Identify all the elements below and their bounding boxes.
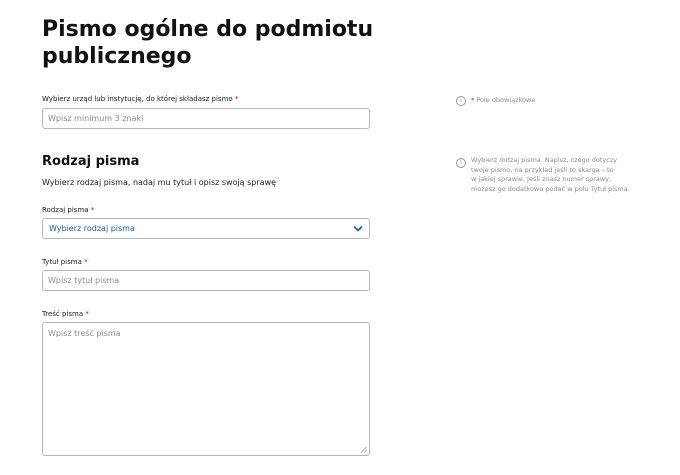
info-circle-icon: i: [456, 158, 466, 168]
letter-title-label-text: Tytuł pisma: [42, 258, 82, 266]
letter-type-label-text: Rodzaj pisma: [42, 206, 89, 214]
resize-grip-icon[interactable]: [360, 446, 367, 453]
hint-line: twoje pismo, na przykład jeśli to skarga…: [471, 165, 614, 174]
info-glyph: i: [460, 97, 462, 104]
institution-placeholder: Wpisz minimum 3 znaki: [48, 114, 144, 123]
required-note-text: Pole obowiązkowe: [476, 96, 536, 104]
institution-label: Wybierz urząd lub instytucję, do której …: [42, 95, 238, 103]
required-mark: *: [85, 310, 89, 318]
page-title: Pismo ogólne do podmiotu publicznego: [42, 17, 374, 69]
info-glyph: i: [460, 159, 462, 166]
chevron-down-icon: [353, 225, 363, 231]
section-title: Rodzaj pisma: [42, 154, 140, 169]
hint-line: możesz go dodatkowo podać w polu Tytuł p…: [471, 184, 630, 193]
hint-line: Wybierz rodzaj pisma. Napisz, czego doty…: [471, 156, 618, 164]
institution-label-text: Wybierz urząd lub instytucję, do której …: [42, 95, 233, 103]
letter-body-placeholder: Wpisz treść pisma: [48, 329, 121, 338]
hint-line: w jakiej sprawie. Jeśli znasz numer spra…: [471, 175, 612, 183]
required-mark: *: [90, 206, 95, 214]
letter-type-selected-value: Wybierz rodzaj pisma: [49, 224, 135, 233]
letter-body-label-text: Treść pisma: [42, 310, 84, 318]
info-circle-icon: i: [456, 96, 466, 106]
letter-type-hint: Wybierz rodzaj pisma. Napisz, czego doty…: [471, 156, 651, 194]
letter-title-label: Tytuł pisma *: [42, 258, 88, 266]
letter-title-input[interactable]: Wpisz tytuł pisma: [42, 270, 370, 291]
letter-type-select[interactable]: Wybierz rodzaj pisma: [42, 218, 370, 239]
letter-type-label: Rodzaj pisma *: [42, 206, 94, 214]
letter-title-placeholder: Wpisz tytuł pisma: [48, 276, 120, 285]
letter-body-textarea[interactable]: Wpisz treść pisma: [42, 322, 370, 456]
institution-search-input[interactable]: Wpisz minimum 3 znaki: [42, 108, 370, 129]
letter-body-label: Treść pisma *: [42, 310, 89, 318]
required-mark: *: [234, 95, 239, 103]
section-description: Wybierz rodzaj pisma, nadaj mu tytuł i o…: [42, 178, 277, 187]
required-note: * Pole obowiązkowe: [471, 96, 535, 106]
required-mark: *: [84, 258, 88, 266]
required-note-mark: *: [471, 96, 475, 104]
